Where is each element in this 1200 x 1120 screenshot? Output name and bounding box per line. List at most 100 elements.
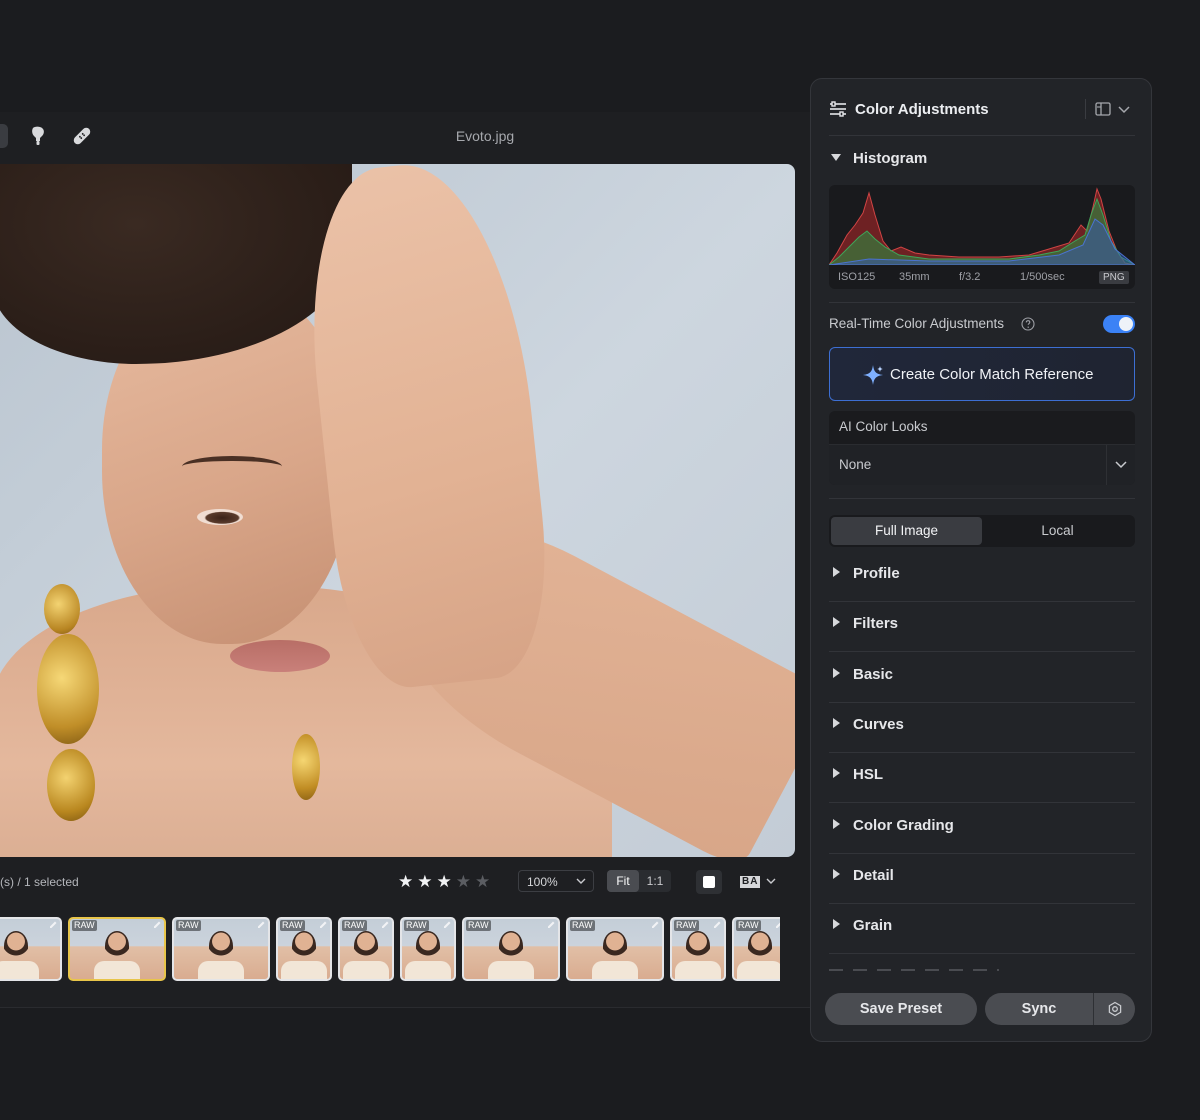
sync-button[interactable]: Sync (985, 993, 1093, 1025)
edited-pencil-icon (320, 921, 327, 928)
photo-earring-right (292, 734, 320, 800)
divider (829, 953, 1135, 954)
thumbnail-subject (416, 931, 440, 961)
thumbnail-subject-body (94, 961, 140, 979)
divider (829, 302, 1135, 303)
section-hsl[interactable]: HSL (829, 752, 1135, 802)
caret-right-icon (833, 869, 840, 879)
filmstrip-thumbnail[interactable]: RAW (276, 917, 332, 981)
raw-badge: RAW (280, 920, 305, 931)
section-label: HSL (853, 766, 883, 783)
filmstrip-thumbnail[interactable]: RAW (566, 917, 664, 981)
chevron-down-icon (576, 878, 586, 884)
thumbnail-subject (209, 931, 233, 961)
filmstrip-thumbnail[interactable] (0, 917, 62, 981)
thumbnail-subject (499, 931, 523, 961)
sliders-icon (830, 101, 846, 117)
photo-lips (230, 640, 330, 672)
photo-canvas[interactable] (0, 164, 795, 857)
raw-badge: RAW (72, 920, 97, 931)
sync-button-group: Sync (985, 993, 1135, 1025)
help-icon[interactable] (1021, 317, 1035, 331)
raw-badge: RAW (674, 920, 699, 931)
edited-pencil-icon (154, 921, 161, 928)
histogram-header[interactable]: Histogram (829, 136, 1135, 186)
color-adjustments-panel: Color Adjustments Histogram ISO125 35mm … (810, 78, 1152, 1042)
filmstrip-thumbnail[interactable]: RAW (670, 917, 726, 981)
exif-format-badge: PNG (1099, 271, 1129, 284)
chevron-down-icon[interactable] (1117, 102, 1131, 116)
thumbnail-subject (354, 931, 378, 961)
thumbnail-subject (748, 931, 772, 961)
caret-right-icon (833, 819, 840, 829)
edited-pencil-icon (382, 921, 389, 928)
tab-full-image[interactable]: Full Image (831, 517, 982, 545)
create-color-match-button[interactable]: Create Color Match Reference (829, 347, 1135, 401)
section-color-grading[interactable]: Color Grading (829, 803, 1135, 853)
thumbnail-subject-body (0, 961, 39, 979)
photo-earring-bottom (47, 749, 95, 821)
section-label: Filters (853, 615, 899, 632)
filmstrip-thumbnail[interactable]: RAW (462, 917, 560, 981)
chevron-down-icon (1115, 461, 1127, 469)
section-label: Basic (853, 666, 894, 683)
gear-icon[interactable] (1107, 1001, 1123, 1017)
status-bar: (s) / 1 selected ★ ★ ★ ★ ★ 100% Fit 1:1 BA (0, 867, 810, 897)
section-label: Profile (853, 565, 900, 582)
star-icon[interactable]: ★ (475, 873, 490, 890)
realtime-toggle[interactable] (1103, 315, 1135, 333)
exif-shutter: 1/500sec (1020, 271, 1065, 283)
section-grain[interactable]: Grain (829, 903, 1135, 953)
before-after-icon[interactable]: BA (740, 876, 761, 888)
filmstrip-thumbnail[interactable]: RAW (68, 917, 166, 981)
raw-badge: RAW (342, 920, 367, 931)
caret-right-icon (833, 668, 840, 678)
filmstrip-thumbnail[interactable]: RAW (338, 917, 394, 981)
star-icon[interactable]: ★ (456, 873, 471, 890)
thumbnail-subject-body (343, 961, 389, 979)
section-basic[interactable]: Basic (829, 652, 1135, 702)
section-curves[interactable]: Curves (829, 702, 1135, 752)
exif-iso: ISO125 (838, 271, 876, 283)
thumbnail-subject-body (592, 961, 638, 979)
chevron-down-icon[interactable] (765, 875, 777, 887)
section-filters[interactable]: Filters (829, 601, 1135, 651)
fit-button[interactable]: Fit (607, 870, 639, 892)
create-color-match-label: Create Color Match Reference (890, 366, 1094, 383)
section-profile[interactable]: Profile (829, 551, 1135, 601)
filmstrip-thumbnail[interactable]: RAW (172, 917, 270, 981)
star-icon[interactable]: ★ (417, 873, 432, 890)
thumbnail-subject (686, 931, 710, 961)
realtime-label: Real-Time Color Adjustments (829, 316, 1005, 331)
tab-local[interactable]: Local (982, 517, 1133, 545)
layout-icon[interactable] (1095, 101, 1111, 117)
sparkle-icon (863, 365, 883, 385)
filmstrip-thumbnail[interactable]: RAW (732, 917, 780, 981)
thumbnail-subject-body (675, 961, 721, 979)
raw-badge: RAW (466, 920, 491, 931)
zoom-select[interactable]: 100% (518, 870, 594, 892)
star-icon[interactable]: ★ (398, 873, 413, 890)
background-color-button[interactable] (696, 870, 722, 894)
editor-toolbar: Evoto.jpg (0, 112, 810, 162)
edited-pencil-icon (776, 922, 780, 928)
photo-earring-middle (37, 634, 99, 744)
edited-pencil-icon (548, 921, 555, 928)
edited-pencil-icon (444, 921, 451, 928)
rating-stars[interactable]: ★ ★ ★ ★ ★ (398, 873, 490, 890)
caret-down-icon (831, 154, 841, 161)
scope-segmented-control: Full Image Local (829, 515, 1135, 547)
raw-badge: RAW (404, 920, 429, 931)
fit-toggle-group: Fit 1:1 (607, 870, 671, 892)
thumbnail-subject (4, 931, 28, 961)
caret-right-icon (833, 768, 840, 778)
section-label: Detail (853, 867, 894, 884)
select-divider (1106, 445, 1107, 485)
ai-color-looks-select[interactable]: None (829, 445, 1135, 485)
section-detail[interactable]: Detail (829, 853, 1135, 903)
raw-badge: RAW (736, 920, 761, 931)
save-preset-button[interactable]: Save Preset (825, 993, 977, 1025)
filmstrip-thumbnail[interactable]: RAW (400, 917, 456, 981)
one-to-one-button[interactable]: 1:1 (639, 870, 671, 892)
star-icon[interactable]: ★ (437, 873, 452, 890)
